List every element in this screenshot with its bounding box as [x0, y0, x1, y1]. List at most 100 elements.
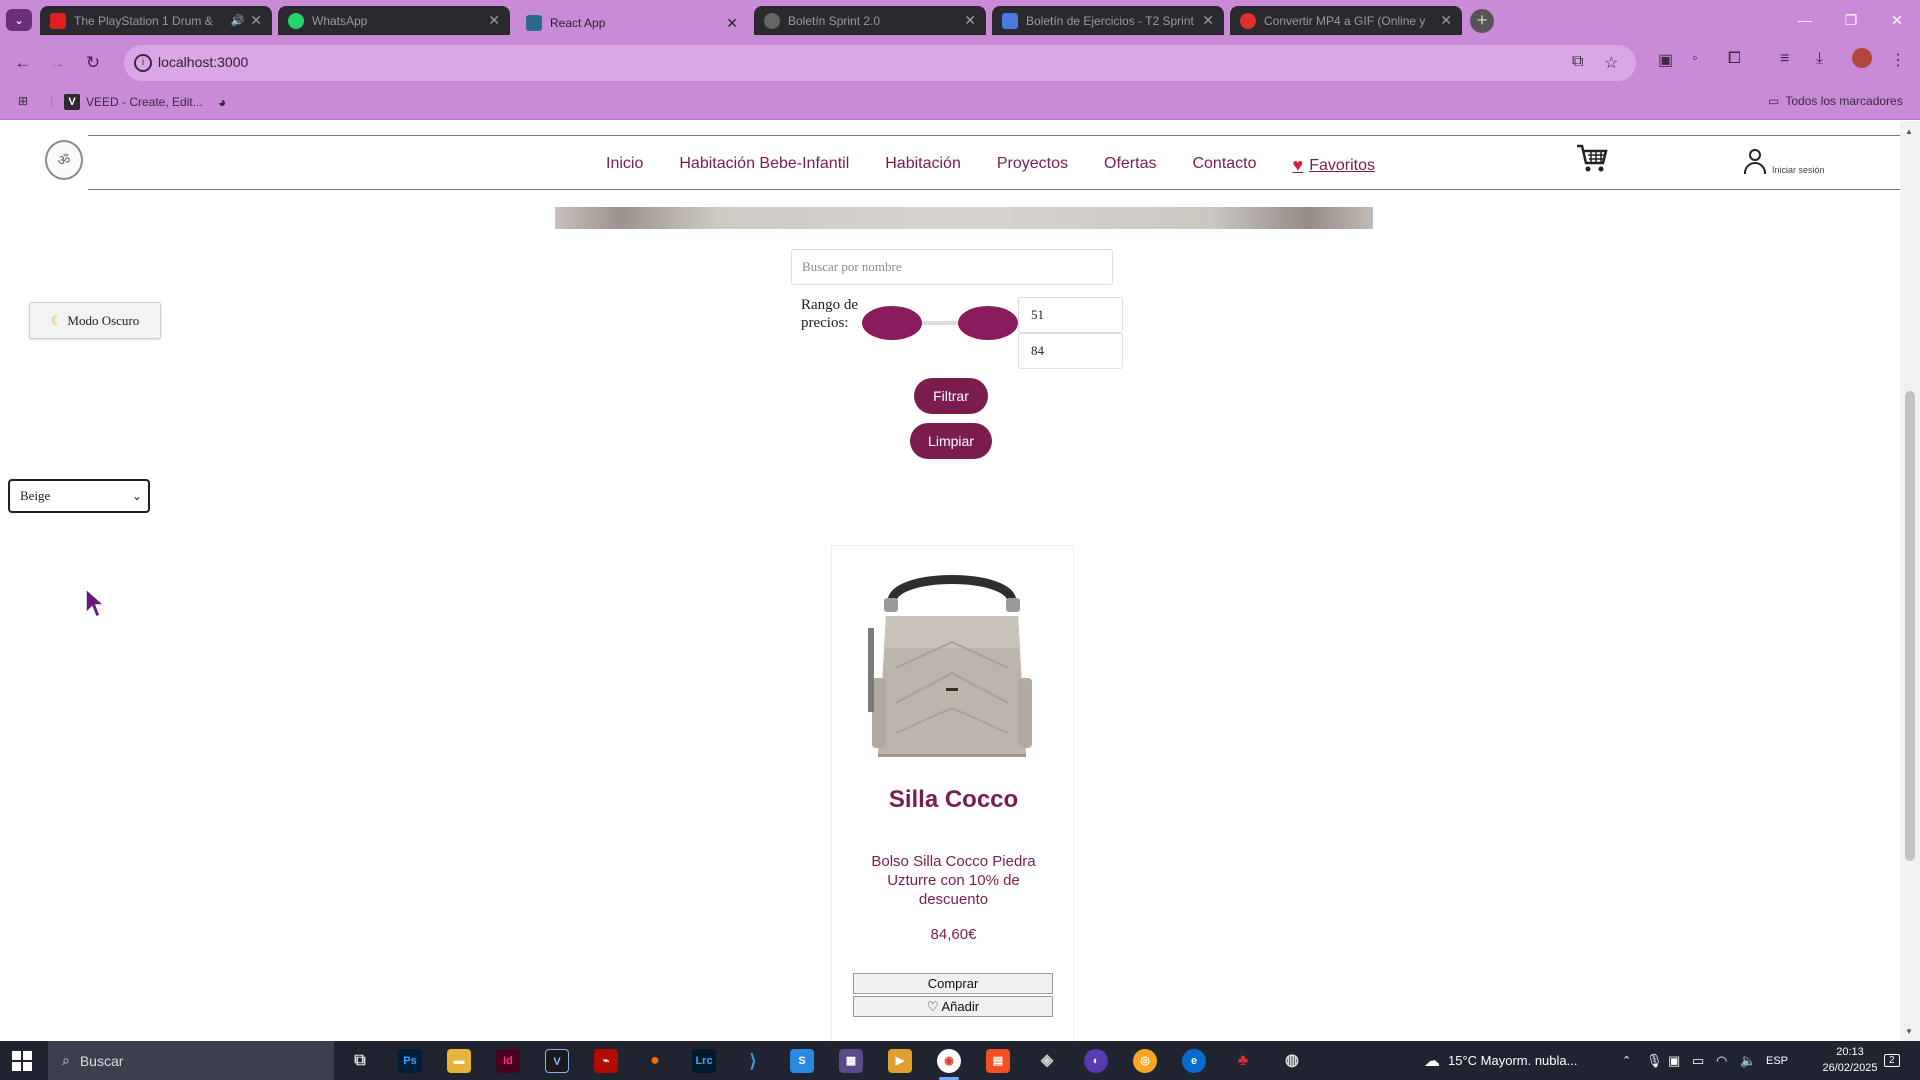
close-tab-icon[interactable]: ✕ [726, 15, 738, 32]
color-filter-select[interactable]: Beige ⌄ [8, 479, 150, 513]
scroll-up-icon[interactable]: ▲ [1905, 127, 1913, 136]
battery-icon[interactable]: ▭ [1692, 1041, 1704, 1080]
app-icon[interactable]: ● [643, 1049, 667, 1073]
moon-icon: ☾ [50, 312, 63, 328]
close-window-icon[interactable]: ✕ [1874, 0, 1920, 40]
nav-item-habitacion[interactable]: Habitación [885, 155, 961, 176]
close-tab-icon[interactable]: ✕ [488, 12, 500, 29]
nav-item-contacto[interactable]: Contacto [1192, 155, 1256, 176]
vegas-icon[interactable]: V [545, 1049, 569, 1073]
bookmark-veed[interactable]: V VEED - Create, Edit... [64, 94, 203, 110]
windows-start-icon[interactable] [12, 1051, 32, 1071]
dark-mode-button[interactable]: ☾ Modo Oscuro [29, 302, 161, 339]
chrome-icon[interactable]: ◉ [937, 1049, 961, 1073]
extension-icon[interactable]: ◦ [1692, 50, 1698, 68]
site-info-icon[interactable]: i [134, 54, 152, 72]
forward-icon[interactable]: → [44, 50, 70, 76]
edge-icon[interactable]: e [1182, 1049, 1206, 1073]
browser-tab[interactable]: Boletín de Ejercicios - T2 Sprint ✕ [992, 6, 1224, 35]
taskbar-search[interactable]: ⌕ Buscar [48, 1041, 334, 1080]
close-tab-icon[interactable]: ✕ [1202, 12, 1214, 29]
close-tab-icon[interactable]: ✕ [964, 12, 976, 29]
profile-avatar[interactable] [1852, 48, 1872, 68]
login-button[interactable]: Iniciar sesión [1742, 147, 1825, 177]
reading-list-icon[interactable]: ≡ [1780, 50, 1789, 68]
download-icon[interactable]: ⤓ [1816, 50, 1823, 68]
file-explorer-icon[interactable]: ▬ [447, 1049, 471, 1073]
apps-grid-icon[interactable]: ⊞ [18, 94, 28, 108]
github-icon[interactable]: ◐ [1084, 1049, 1108, 1073]
product-description: Bolso Silla Cocco Piedra Uzturre con 10%… [871, 853, 1036, 908]
app-icon[interactable]: ▶ [888, 1049, 912, 1073]
restore-icon[interactable]: ❐ [1828, 0, 1874, 40]
globe-icon[interactable]: ◕ [218, 94, 226, 110]
clock[interactable]: 20:13 26/02/2025 [1820, 1044, 1880, 1076]
scroll-down-icon[interactable]: ▼ [1905, 1027, 1913, 1036]
price-min-input[interactable]: 51 [1018, 297, 1123, 333]
page-scrollbar[interactable]: ▲ ▼ [1900, 121, 1920, 1041]
acrobat-icon[interactable]: ⌁ [594, 1049, 618, 1073]
app-icon[interactable]: S [790, 1049, 814, 1073]
speaker-icon[interactable]: 🔊 [231, 14, 245, 27]
extensions-puzzle-icon[interactable]: ⧠ [1728, 50, 1741, 68]
show-hidden-icons-icon[interactable]: ⌃ [1622, 1041, 1631, 1080]
microphone-icon[interactable]: 🎙 [1646, 1041, 1663, 1080]
back-icon[interactable]: ← [10, 50, 36, 76]
all-bookmarks[interactable]: ▭ Todos los marcadores [1768, 94, 1903, 108]
cloud-icon: ☁ [1424, 1052, 1440, 1070]
weather-widget[interactable]: ☁ 15°C Mayorm. nubla... [1424, 1041, 1577, 1080]
indesign-icon[interactable]: Id [496, 1049, 520, 1073]
vscode-icon[interactable]: ⟩ [741, 1049, 765, 1073]
tab-search-button[interactable]: ⌄ [6, 9, 32, 31]
extension-icon[interactable]: ▣ [1658, 50, 1673, 70]
install-app-icon[interactable]: ⧉ [1572, 53, 1583, 71]
reload-icon[interactable]: ↻ [80, 50, 106, 76]
app-icon[interactable]: ◈ [1035, 1049, 1059, 1073]
add-to-favorites-button[interactable]: ♡ Añadir [853, 996, 1053, 1017]
filter-button[interactable]: Filtrar [914, 378, 988, 414]
search-input[interactable]: Buscar por nombre [791, 249, 1113, 285]
nav-item-inicio[interactable]: Inicio [606, 155, 643, 176]
price-max-input[interactable]: 84 [1018, 333, 1123, 369]
screen-icon[interactable]: ▣ [1668, 1041, 1680, 1080]
app-icon[interactable]: ◍ [1280, 1049, 1304, 1073]
bookmark-star-icon[interactable]: ☆ [1604, 53, 1618, 73]
browser-tab-active[interactable]: React App ✕ [516, 6, 748, 40]
divider: | [50, 94, 54, 108]
account-favicon-icon [764, 12, 780, 29]
main-nav: Inicio Habitación Bebe-Infantil Habitaci… [606, 155, 1411, 176]
notifications-icon[interactable]: 2 [1884, 1041, 1900, 1080]
scrollbar-thumb[interactable] [1905, 391, 1915, 861]
browser-tab[interactable]: WhatsApp ✕ [278, 6, 510, 35]
shopping-cart-icon[interactable] [1576, 143, 1608, 181]
photoshop-icon[interactable]: Ps [398, 1049, 422, 1073]
new-tab-button[interactable]: + [1470, 9, 1494, 33]
browser-tab[interactable]: The PlayStation 1 Drum & 🔊 ✕ [40, 6, 272, 35]
task-view-icon[interactable]: ⧉ [348, 1049, 372, 1073]
url-text: localhost:3000 [158, 54, 249, 70]
app-icon[interactable]: ◎ [1133, 1049, 1157, 1073]
price-slider-max-handle[interactable] [958, 306, 1018, 340]
language-indicator[interactable]: ESP [1766, 1041, 1788, 1080]
menu-kebab-icon[interactable]: ⋮ [1890, 50, 1906, 70]
minimize-icon[interactable]: — [1782, 0, 1828, 40]
volume-icon[interactable]: 🔈 [1740, 1041, 1756, 1080]
address-bar[interactable]: i localhost:3000 ⧉ ☆ [124, 45, 1636, 81]
browser-tab[interactable]: Convertir MP4 a GIF (Online y ✕ [1230, 6, 1462, 35]
app-icon[interactable]: ▦ [839, 1049, 863, 1073]
price-slider-min-handle[interactable] [862, 306, 922, 340]
lightroom-classic-icon[interactable]: Lrc [692, 1049, 716, 1073]
browser-tab[interactable]: Boletín Sprint 2.0 ✕ [754, 6, 986, 35]
clear-button[interactable]: Limpiar [910, 423, 992, 459]
wifi-icon[interactable]: ◠ [1716, 1041, 1727, 1080]
close-tab-icon[interactable]: ✕ [250, 12, 262, 29]
close-tab-icon[interactable]: ✕ [1440, 12, 1452, 29]
app-icon[interactable]: ▤ [986, 1049, 1010, 1073]
nav-item-proyectos[interactable]: Proyectos [997, 155, 1068, 176]
nav-item-habitacion-bebe-infantil[interactable]: Habitación Bebe-Infantil [679, 155, 849, 176]
nav-item-favoritos[interactable]: ♥ Favoritos [1293, 155, 1375, 176]
nav-item-ofertas[interactable]: Ofertas [1104, 155, 1156, 176]
app-icon[interactable]: ♣ [1231, 1049, 1255, 1073]
site-logo[interactable]: ॐ [45, 140, 83, 180]
buy-button[interactable]: Comprar [853, 973, 1053, 994]
